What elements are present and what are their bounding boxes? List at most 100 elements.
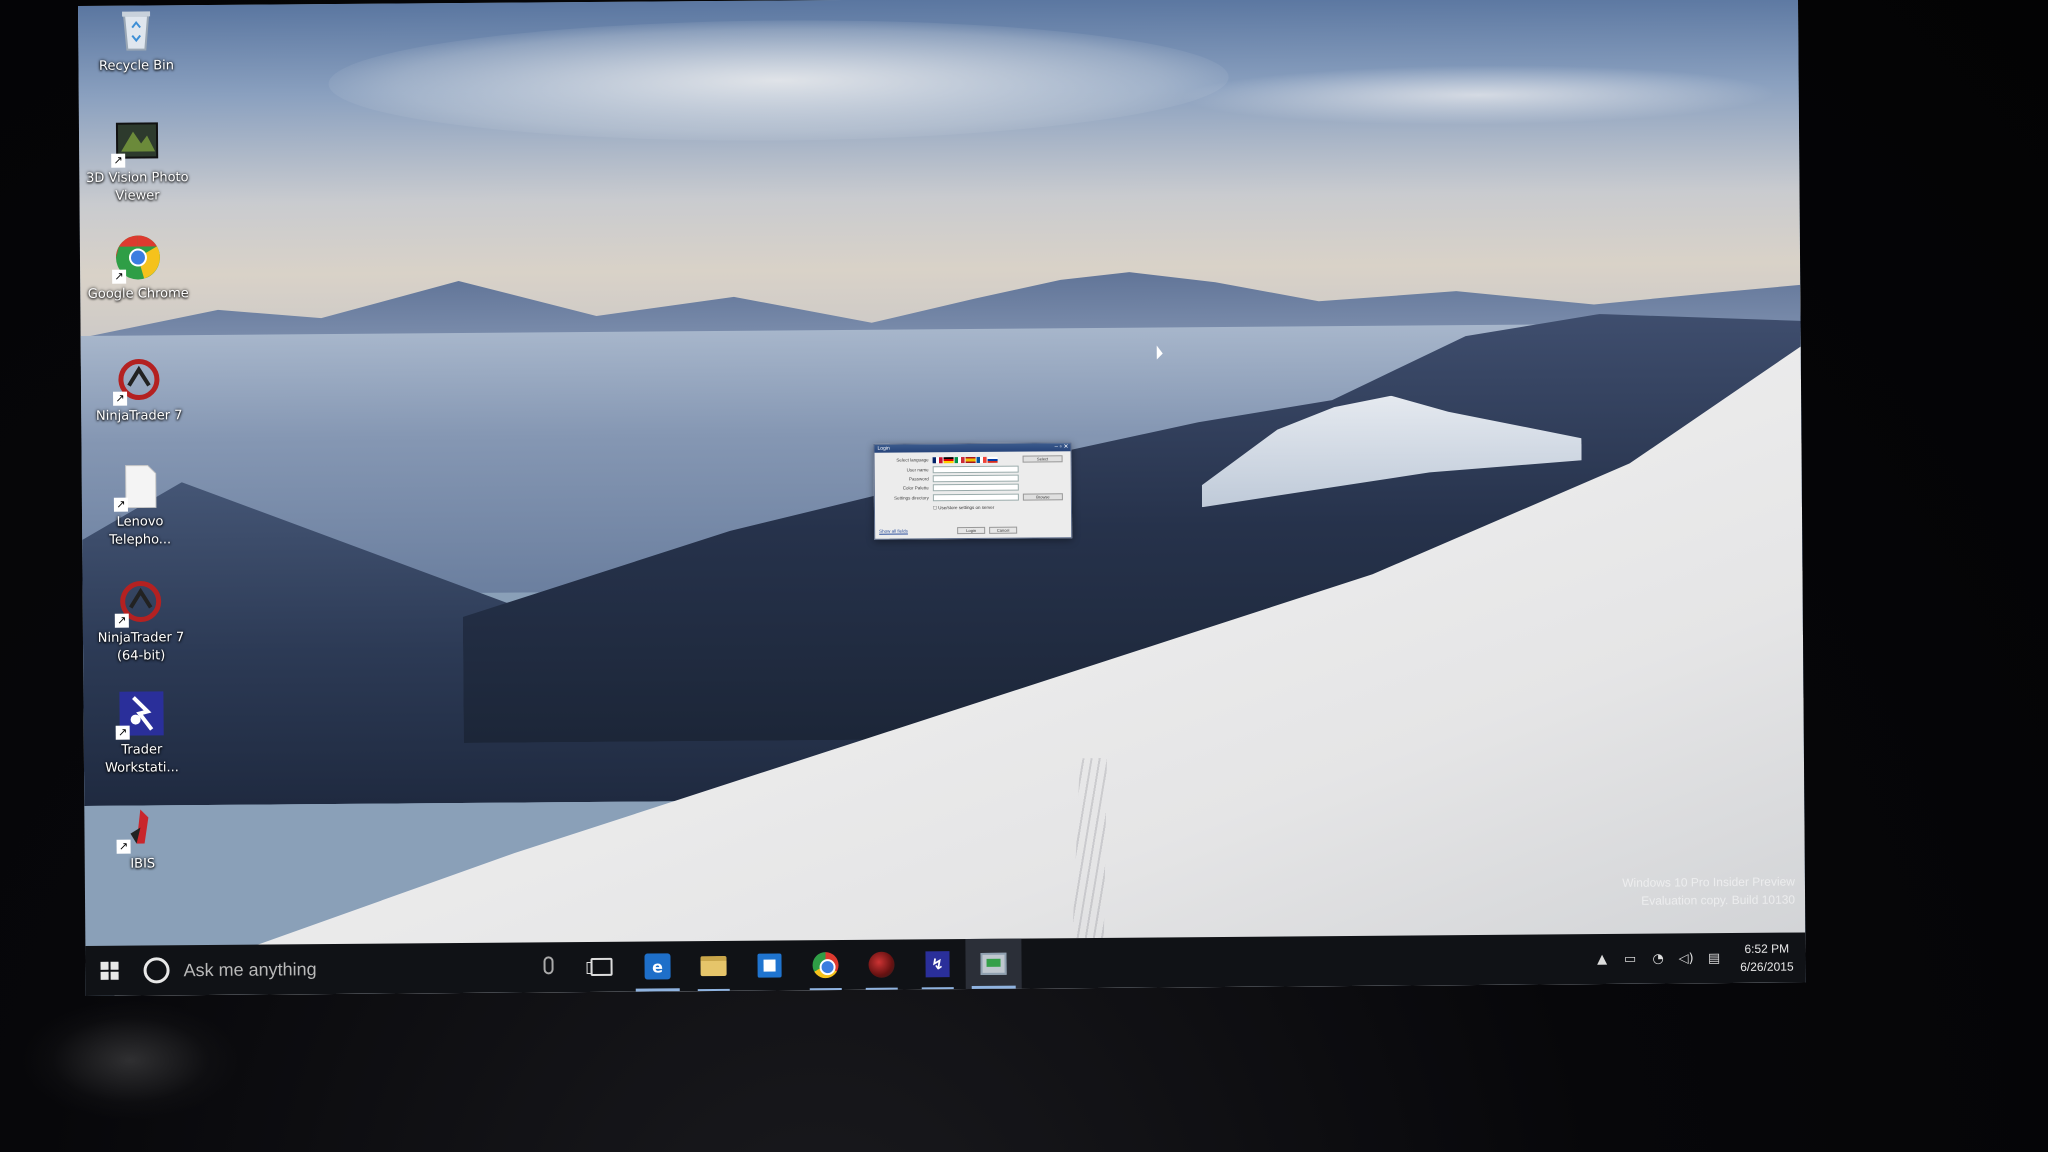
browse-button[interactable]: Browse <box>1022 493 1063 501</box>
desktop-icon-label: 3D Vision Photo Viewer <box>86 170 189 204</box>
desktop-icons: Recycle Bin ↗ 3D Vision Photo Viewer ↗ G… <box>78 5 198 872</box>
cortana-icon <box>143 957 170 984</box>
desktop-icon-recycle-bin[interactable]: Recycle Bin <box>84 5 189 76</box>
mouse-cursor-icon <box>1156 345 1163 360</box>
flag-icon[interactable] <box>932 457 943 464</box>
shortcut-arrow-icon: ↗ <box>112 269 127 284</box>
settings-dir-label: Settings directory <box>894 495 929 501</box>
server-settings-row: ☐ Use/store settings on server <box>933 503 1123 512</box>
taskbar-file-explorer[interactable] <box>685 941 741 991</box>
language-label: Select language <box>896 457 929 463</box>
taskbar-edge[interactable]: e <box>629 941 685 991</box>
shortcut-arrow-icon: ↗ <box>111 153 126 168</box>
desktop-icon-label: Recycle Bin <box>98 58 174 74</box>
task-view-button[interactable] <box>573 942 629 992</box>
task-view-icon <box>590 957 613 977</box>
desktop-icon-3d-vision[interactable]: ↗ 3D Vision Photo Viewer <box>85 117 190 206</box>
clock[interactable]: 6:52 PM 6/26/2015 <box>1740 940 1794 976</box>
ninjatrader-icon <box>868 951 895 978</box>
username-label: User name <box>906 467 929 473</box>
desktop-icon-ibis[interactable]: ↗ IBIS <box>90 803 195 874</box>
watermark-line-1: Windows 10 Pro Insider Preview <box>1622 874 1795 890</box>
battery-icon[interactable]: ▭ <box>1622 951 1638 967</box>
windows-logo-icon <box>100 961 119 980</box>
desktop-icon-label: Lenovo Telepho... <box>109 514 172 548</box>
system-tray: ▲ ▭ ◔ ◁) ▤ 6:52 PM 6/26/2015 <box>1594 933 1794 985</box>
search-placeholder: Ask me anything <box>183 958 317 980</box>
shortcut-arrow-icon: ↗ <box>113 497 128 512</box>
document-icon: ↗ <box>113 461 164 512</box>
login-app-icon <box>980 952 1007 975</box>
desktop-icon-ninjatrader-7[interactable]: ↗ NinjaTrader 7 <box>87 355 192 426</box>
login-button[interactable]: Login <box>957 526 986 535</box>
room-glare <box>20 1000 240 1120</box>
password-field[interactable] <box>932 474 1019 483</box>
color-palette-row: Color Palette <box>879 483 1069 492</box>
recycle-bin-icon <box>112 5 160 53</box>
login-dialog: Login – ▫ ✕ Select language Select User … <box>873 442 1073 540</box>
flag-icon[interactable] <box>976 456 987 463</box>
trader-workstation-icon: ↯ <box>925 951 950 978</box>
cortana-search-box[interactable]: Ask me anything <box>133 942 573 995</box>
desktop-icon-trader-workstation[interactable]: ↗ Trader Workstati... <box>89 689 194 778</box>
google-chrome-icon: ↗ <box>112 233 162 284</box>
dialog-footer: Show all fields Login Cancel <box>879 525 1069 535</box>
desktop-icon-ninjatrader-7-64bit[interactable]: ↗ NinjaTrader 7 (64-bit) <box>88 577 193 666</box>
taskbar-store[interactable] <box>741 940 797 990</box>
color-palette-select[interactable] <box>932 483 1019 492</box>
clock-date: 6/26/2015 <box>1740 959 1794 974</box>
language-row: Select language Select <box>879 455 1069 464</box>
shortcut-arrow-icon: ↗ <box>113 391 128 406</box>
flag-icon[interactable] <box>987 456 998 463</box>
trader-workstation-icon: ↗ <box>115 689 165 740</box>
show-all-fields-link[interactable]: Show all fields <box>879 526 908 535</box>
desktop-icon-label: IBIS <box>130 856 156 872</box>
start-button[interactable] <box>85 946 133 996</box>
volume-icon[interactable]: ◁) <box>1678 950 1694 966</box>
3d-vision-photo-viewer-icon: ↗ <box>111 117 161 168</box>
clock-time: 6:52 PM <box>1744 941 1790 956</box>
taskbar-chrome[interactable] <box>797 940 853 990</box>
desktop-icon-label: Google Chrome <box>87 286 189 302</box>
taskbar-trader-workstation[interactable]: ↯ <box>909 939 965 989</box>
desktop-icon-lenovo-telepho[interactable]: ↗ Lenovo Telepho... <box>88 461 193 550</box>
action-center-icon[interactable]: ▤ <box>1706 950 1722 966</box>
folder-icon <box>700 955 727 977</box>
microphone-icon[interactable] <box>543 956 554 975</box>
username-row: User name <box>879 465 1069 474</box>
windows-watermark: Windows 10 Pro Insider Preview Evaluatio… <box>1622 873 1795 910</box>
shortcut-arrow-icon: ↗ <box>114 613 129 628</box>
shortcut-arrow-icon: ↗ <box>116 839 131 854</box>
ninjatrader-icon: ↗ <box>114 577 164 628</box>
flag-icon[interactable] <box>943 457 954 464</box>
edge-icon: e <box>644 953 671 980</box>
desktop-icon-label: Trader Workstati... <box>104 742 179 776</box>
username-field[interactable] <box>932 465 1019 474</box>
ibis-icon: ↗ <box>116 803 166 854</box>
flag-icon[interactable] <box>954 457 965 464</box>
ninjatrader-icon: ↗ <box>113 355 163 406</box>
wifi-icon[interactable]: ◔ <box>1650 951 1666 967</box>
desktop-icon-label: NinjaTrader 7 <box>95 408 183 424</box>
color-palette-label: Color Palette <box>902 485 929 491</box>
password-label: Password <box>908 476 929 482</box>
taskbar-login-app[interactable] <box>965 938 1022 990</box>
settings-dir-field[interactable] <box>932 493 1019 502</box>
dialog-titlebar: Login – ▫ ✕ <box>874 443 1071 453</box>
flag-icon[interactable] <box>965 456 976 464</box>
select-language-button[interactable]: Select <box>1022 455 1063 463</box>
monitor-screen: Recycle Bin ↗ 3D Vision Photo Viewer ↗ G… <box>78 0 1806 996</box>
language-flags[interactable] <box>932 456 1019 464</box>
cancel-button[interactable]: Cancel <box>989 526 1018 534</box>
taskbar-ninjatrader[interactable] <box>853 939 909 989</box>
store-icon <box>757 953 782 978</box>
watermark-line-2: Evaluation copy. Build 10130 <box>1641 892 1796 908</box>
shortcut-arrow-icon: ↗ <box>115 725 130 740</box>
close-icon[interactable]: – ▫ ✕ <box>1055 443 1069 451</box>
password-row: Password <box>879 474 1069 483</box>
server-settings-label: Use/store settings on server <box>938 504 995 511</box>
settings-dir-row: Settings directory Browse <box>879 493 1069 502</box>
desktop-icon-google-chrome[interactable]: ↗ Google Chrome <box>86 233 191 304</box>
dialog-title: Login <box>877 445 890 452</box>
chevron-up-icon[interactable]: ▲ <box>1594 951 1610 967</box>
